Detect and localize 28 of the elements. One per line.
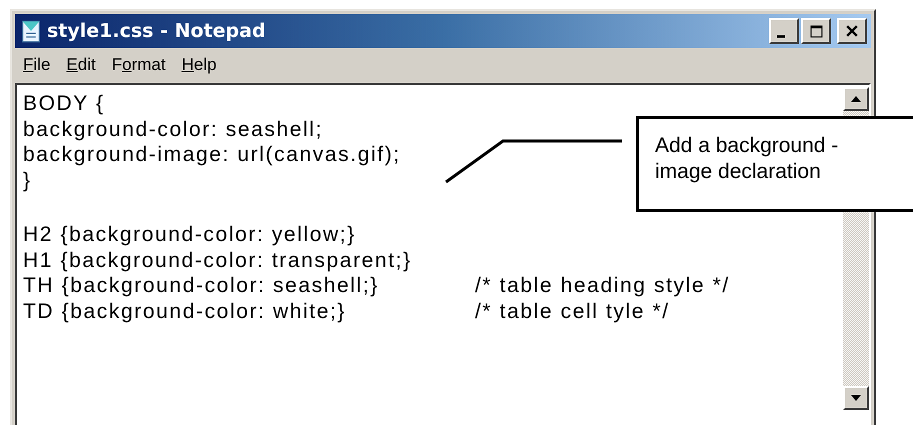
code-line: H2 {background-color: yellow;} [23,222,356,248]
close-icon [846,25,858,37]
minimize-icon [777,34,785,38]
window-title: style1.css - Notepad [47,20,266,42]
scroll-down-button[interactable] [843,386,869,410]
code-line: BODY { [23,91,105,116]
menu-item[interactable]: File [23,54,50,74]
code-line: background-image: url(canvas.gif); [23,142,401,168]
up-arrow-icon [851,96,861,102]
notepad-icon [19,19,43,43]
menu-item[interactable]: Format [112,54,166,74]
minimize-button[interactable] [769,18,799,44]
code-line: TD {background-color: white;} [23,298,348,324]
menu-item[interactable]: Edit [66,54,96,74]
code-comment: /* table cell tyle */ [475,298,670,324]
code-comment: /* table heading style */ [475,273,730,298]
callout-text: Add a background - image declaration [636,116,913,212]
maximize-button[interactable] [801,18,831,44]
code-line: background-color: seashell; [23,116,324,142]
close-button[interactable] [837,18,867,44]
maximize-icon [810,24,822,38]
down-arrow-icon [851,395,861,401]
code-line: TH {background-color: seashell;} [23,273,380,298]
text-editor[interactable] [15,83,871,425]
scroll-up-button[interactable] [843,87,869,111]
code-line: } [23,168,32,193]
code-line: H1 {background-color: transparent;} [23,248,412,273]
menu-item[interactable]: Help [182,54,217,74]
